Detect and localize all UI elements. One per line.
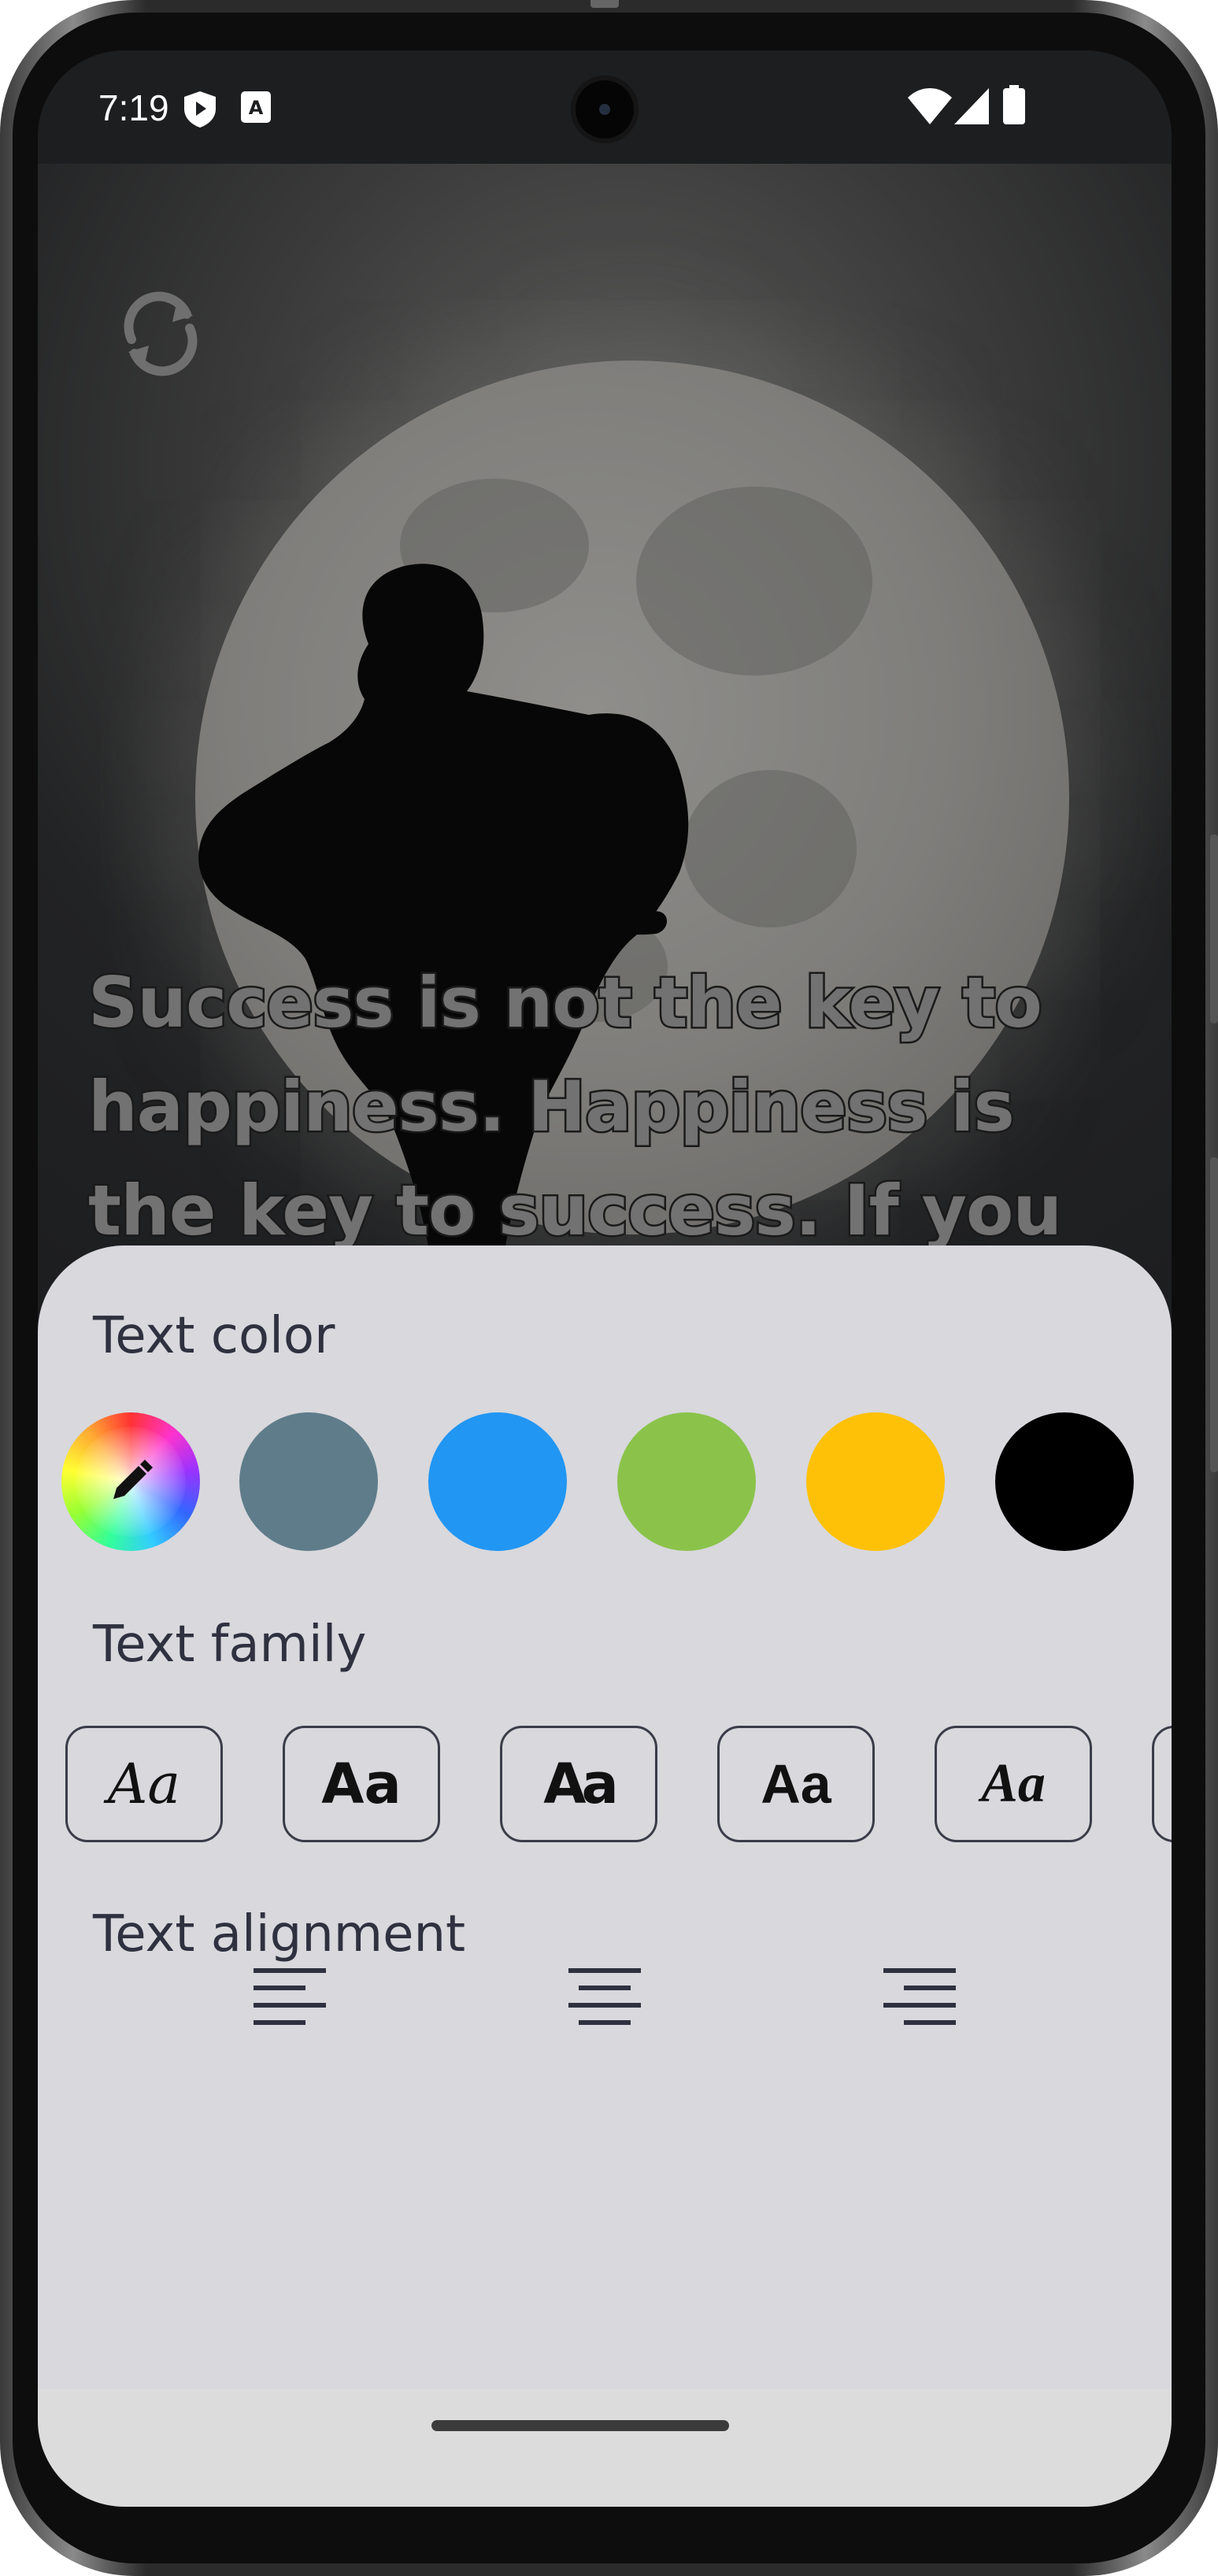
color-swatch-black[interactable] (995, 1412, 1134, 1551)
svg-text:A: A (249, 97, 264, 119)
phone-frame: 7:19 A Success is not the key to happine… (0, 0, 1218, 2576)
text-family-label: Text family (93, 1616, 367, 1674)
play-protect-icon (184, 91, 216, 131)
signal-icon (954, 88, 989, 128)
align-left-icon (254, 1968, 326, 2025)
front-camera (571, 76, 639, 143)
quote-text: Success is not the key to happiness. Hap… (87, 960, 1064, 1253)
align-center-button[interactable] (550, 1941, 660, 2052)
font-option-partial[interactable] (1152, 1726, 1172, 1842)
keyboard-a-icon: A (241, 91, 271, 127)
status-time: 7:19 (98, 87, 169, 128)
align-center-icon (568, 1968, 641, 2025)
screen: 7:19 A Success is not the key to happine… (38, 50, 1172, 2507)
navigation-bar (38, 2389, 1172, 2507)
wifi-icon (908, 88, 952, 128)
font-option-brush[interactable]: Aa (935, 1726, 1092, 1842)
power-button (1210, 835, 1218, 1023)
color-swatch-blue[interactable] (428, 1412, 567, 1551)
color-swatch-amber[interactable] (806, 1412, 945, 1551)
text-color-label: Text color (93, 1307, 335, 1365)
align-left-button[interactable] (235, 1941, 345, 2052)
font-option-script[interactable]: Aa (65, 1726, 223, 1842)
volume-button (1210, 1157, 1218, 1472)
font-option-bold[interactable]: Aa (717, 1726, 875, 1842)
battery-icon (1003, 85, 1025, 128)
refresh-button[interactable] (105, 282, 207, 384)
font-option-condensed[interactable]: Aa (500, 1726, 657, 1842)
pencil-icon (113, 1460, 153, 1499)
refresh-icon (124, 291, 198, 376)
frame-detail (590, 0, 619, 8)
wallpaper-preview: Success is not the key to happiness. Hap… (38, 164, 1172, 1345)
font-option-sans[interactable]: Aa (283, 1726, 440, 1842)
status-bar: 7:19 A (38, 50, 1172, 164)
color-swatch-slate[interactable] (239, 1412, 378, 1551)
align-right-icon (883, 1968, 956, 2025)
color-swatch-green[interactable] (617, 1412, 756, 1551)
home-gesture-handle[interactable] (431, 2420, 729, 2431)
color-picker-button[interactable] (61, 1412, 200, 1551)
align-right-button[interactable] (864, 1941, 975, 2052)
